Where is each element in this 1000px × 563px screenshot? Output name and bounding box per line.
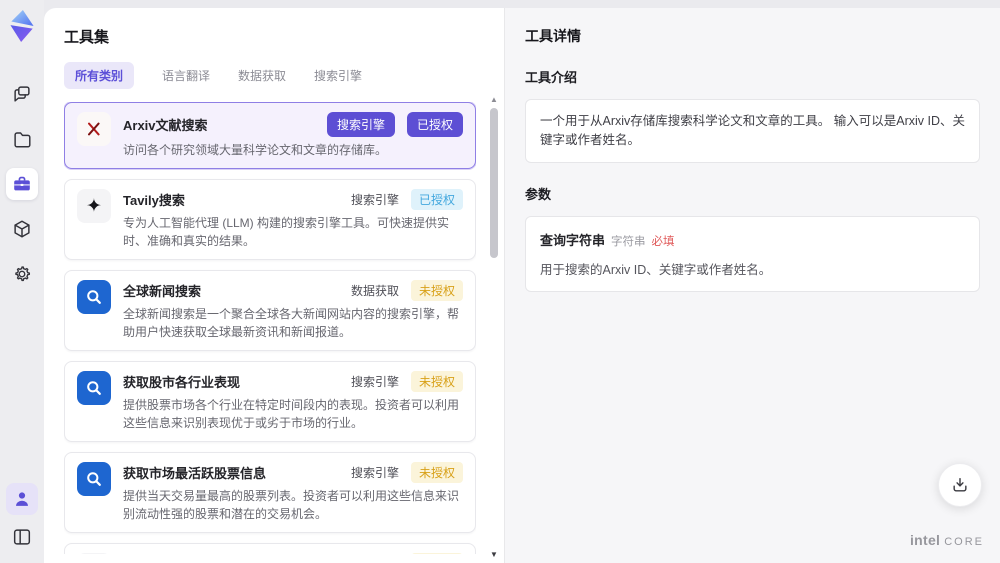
app-rail: [0, 0, 44, 563]
auth-status-badge[interactable]: 未授权: [410, 553, 463, 554]
tool-card-tavily[interactable]: ✦ Tavily搜索 搜索引擎 已授权 专为人工智能代理 (LLM) 构建的搜索…: [64, 179, 476, 260]
scroll-up-icon[interactable]: ▲: [490, 96, 498, 104]
scroll-down-icon[interactable]: ▼: [490, 551, 498, 559]
page-title: 工具集: [64, 29, 110, 46]
tool-description: 提供股票市场各个行业在特定时间段内的表现。投资者可以利用这些信息来识别表现优于或…: [123, 398, 460, 430]
tool-card-regional-news[interactable]: 万维地区新闻查询 搜索引擎 未授权 查询具体行政区划内的新闻，快速了解各地新闻动: [64, 543, 476, 554]
tab-all-categories[interactable]: 所有类别: [64, 62, 135, 89]
tool-card-active-stocks[interactable]: 获取市场最活跃股票信息 搜索引擎 未授权 提供当天交易量最高的股票列表。投资者可…: [64, 452, 476, 533]
tool-card-list: Arxiv文献搜索 搜索引擎 已授权 访问各个研究领域大量科学论文和文章的存储库…: [64, 102, 476, 554]
tool-card-arxiv[interactable]: Arxiv文献搜索 搜索引擎 已授权 访问各个研究领域大量科学论文和文章的存储库…: [64, 102, 476, 169]
stock-search-icon: [77, 462, 111, 496]
tavily-star-icon: ✦: [77, 189, 111, 223]
auth-status-badge[interactable]: 已授权: [410, 189, 463, 210]
intro-text: 一个用于从Arxiv存储库搜索科学论文和文章的工具。 输入可以是Arxiv ID…: [525, 99, 980, 163]
toolbox-icon[interactable]: [6, 168, 38, 200]
auth-status-badge[interactable]: 未授权: [410, 462, 463, 483]
tool-name: 获取股市各行业表现: [123, 375, 241, 390]
stock-search-icon: [77, 371, 111, 405]
tool-card-stock-sectors[interactable]: 获取股市各行业表现 搜索引擎 未授权 提供股票市场各个行业在特定时间段内的表现。…: [64, 361, 476, 442]
parameter-type: 字符串: [611, 235, 646, 248]
tool-description: 全球新闻搜索是一个聚合全球各大新闻网站内容的搜索引擎，帮助用户快速获取全球最新资…: [123, 307, 460, 339]
tool-name: Arxiv文献搜索: [123, 118, 208, 133]
brand-series: core: [944, 536, 984, 548]
parameter-description: 用于搜索的Arxiv ID、关键字或作者姓名。: [540, 262, 772, 277]
tab-translation[interactable]: 语言翻译: [162, 67, 210, 84]
auth-status-badge[interactable]: 未授权: [410, 280, 463, 301]
parameter-item: 查询字符串 字符串 必填 用于搜索的Arxiv ID、关键字或作者姓名。: [525, 215, 980, 292]
tool-category: 数据获取: [350, 284, 399, 298]
tool-category: 搜索引擎: [350, 375, 399, 389]
app-logo: [10, 10, 34, 42]
chat-icon[interactable]: [6, 78, 38, 110]
tool-name: 获取市场最活跃股票信息: [123, 466, 267, 481]
params-heading: 参数: [525, 186, 552, 202]
intro-heading: 工具介绍: [525, 70, 578, 85]
cube-icon[interactable]: [6, 213, 38, 245]
tool-category: 搜索引擎: [350, 466, 399, 480]
main-panel: 工具集 所有类别 语言翻译 数据获取 搜索引擎 Arxiv文献搜索 搜索引擎 已…: [44, 8, 1000, 563]
news-search-icon: [77, 280, 111, 314]
tool-description: 提供当天交易量最高的股票列表。投资者可以利用这些信息来识别流动性强的股票和潜在的…: [123, 489, 460, 521]
category-tabs: 所有类别 语言翻译 数据获取 搜索引擎: [64, 62, 504, 89]
tool-name: Tavily搜索: [123, 193, 185, 208]
details-title: 工具详情: [525, 28, 581, 44]
auth-status-badge[interactable]: 未授权: [410, 371, 463, 392]
tool-description: 专为人工智能代理 (LLM) 构建的搜索引擎工具。可快速提供实时、准确和真实的结…: [123, 216, 450, 248]
arxiv-icon: [77, 112, 111, 146]
tools-list-panel: 工具集 所有类别 语言翻译 数据获取 搜索引擎 Arxiv文献搜索 搜索引擎 已…: [44, 8, 504, 563]
download-icon: [953, 478, 967, 492]
settings-icon[interactable]: [6, 258, 38, 290]
folder-icon[interactable]: [6, 123, 38, 155]
panel-icon[interactable]: [6, 521, 38, 553]
list-scrollbar[interactable]: ▲ ▼: [489, 94, 499, 563]
tab-search-engine[interactable]: 搜索引擎: [314, 67, 362, 84]
parameter-required-flag: 必填: [651, 235, 675, 248]
tool-name: 全球新闻搜索: [123, 284, 202, 299]
download-button[interactable]: [938, 463, 982, 507]
user-icon[interactable]: [6, 483, 38, 515]
auth-status-badge[interactable]: 已授权: [406, 112, 463, 137]
tab-data-fetch[interactable]: 数据获取: [238, 67, 286, 84]
tool-category-pill: 搜索引擎: [326, 112, 395, 137]
tool-category: 搜索引擎: [350, 193, 399, 207]
brand-name: intel: [909, 532, 941, 548]
intel-core-logo: intel core: [910, 532, 984, 548]
tool-details-panel: 工具详情 工具介绍 一个用于从Arxiv存储库搜索科学论文和文章的工具。 输入可…: [504, 8, 1000, 563]
scrollbar-thumb[interactable]: [490, 108, 498, 258]
tool-description: 访问各个研究领域大量科学论文和文章的存储库。: [123, 143, 388, 157]
tool-card-global-news[interactable]: 全球新闻搜索 数据获取 未授权 全球新闻搜索是一个聚合全球各大新闻网站内容的搜索…: [64, 270, 476, 351]
parameter-name: 查询字符串: [540, 232, 606, 248]
regional-news-icon: [77, 553, 111, 554]
